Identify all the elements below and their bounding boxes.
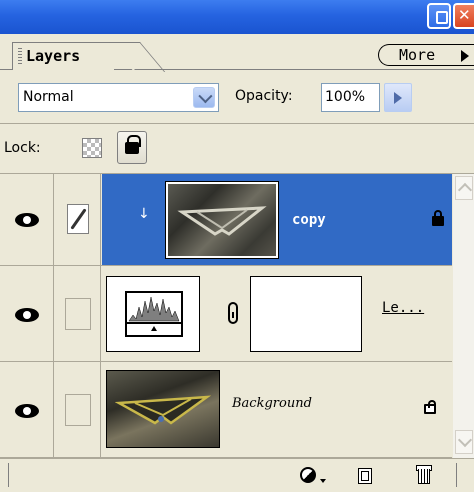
layer-row-levels[interactable]: Le... bbox=[0, 266, 452, 362]
link-brush-cell[interactable] bbox=[55, 362, 101, 457]
chain-link-icon[interactable] bbox=[228, 302, 238, 324]
link-brush-cell[interactable] bbox=[55, 266, 101, 361]
layers-bottom-toolbar bbox=[0, 458, 474, 492]
layers-list: ↓ copy Le... Background bbox=[0, 174, 452, 458]
eye-icon[interactable] bbox=[15, 308, 39, 322]
layer-name[interactable]: Le... bbox=[382, 300, 424, 316]
lock-icon bbox=[432, 210, 444, 226]
chevron-down-icon[interactable] bbox=[193, 87, 215, 108]
more-options-label: More bbox=[399, 46, 436, 64]
layer-name[interactable]: copy bbox=[292, 212, 326, 228]
layer-main-copy[interactable]: ↓ copy bbox=[102, 174, 452, 265]
link-empty-box bbox=[65, 298, 91, 330]
opacity-value: 100% bbox=[325, 89, 366, 105]
layer-row-copy[interactable]: ↓ copy bbox=[0, 174, 452, 266]
histogram-icon bbox=[125, 291, 183, 337]
toolbar-grip bbox=[456, 463, 457, 487]
adjustment-layer-icon[interactable] bbox=[300, 467, 316, 483]
tab-grip-icon[interactable] bbox=[18, 48, 22, 66]
blend-mode-value: Normal bbox=[23, 89, 74, 105]
lock-all-button[interactable] bbox=[117, 131, 147, 164]
opacity-field[interactable]: 100% bbox=[321, 83, 380, 112]
adjustment-layer-icon bbox=[106, 276, 200, 352]
layer-thumbnail bbox=[106, 370, 220, 448]
tab-layers[interactable]: Layers bbox=[12, 42, 114, 70]
tab-bar: Layers More bbox=[0, 34, 474, 70]
toolbar-grip bbox=[8, 463, 9, 487]
divider bbox=[0, 123, 474, 124]
triangle-right-icon bbox=[461, 50, 469, 62]
butterfly-image bbox=[177, 206, 267, 236]
scroll-down-button[interactable] bbox=[455, 430, 473, 454]
lock-transparency-icon[interactable] bbox=[82, 138, 102, 158]
visibility-cell[interactable] bbox=[0, 362, 54, 457]
layer-thumbnail bbox=[166, 182, 278, 258]
layer-mask-thumbnail[interactable] bbox=[250, 276, 362, 352]
visibility-cell[interactable] bbox=[0, 266, 54, 361]
layers-scrollbar[interactable] bbox=[452, 174, 474, 458]
close-palette-button[interactable] bbox=[453, 3, 474, 29]
layer-main-levels[interactable]: Le... bbox=[102, 266, 452, 361]
palette-titlebar[interactable] bbox=[0, 0, 474, 34]
lock-label: Lock: bbox=[4, 140, 41, 156]
more-options-button[interactable]: More bbox=[378, 44, 474, 66]
eye-icon[interactable] bbox=[15, 213, 39, 227]
brush-icon bbox=[67, 204, 89, 234]
opacity-label: Opacity: bbox=[235, 88, 293, 104]
new-layer-icon[interactable] bbox=[358, 468, 372, 484]
layer-main-background[interactable]: Background bbox=[102, 362, 452, 457]
visibility-cell[interactable] bbox=[0, 174, 54, 265]
layer-name[interactable]: Background bbox=[232, 396, 312, 411]
lock-icon bbox=[424, 400, 436, 414]
collapse-palette-button[interactable] bbox=[427, 3, 451, 29]
lock-icon bbox=[125, 135, 141, 154]
butterfly-image bbox=[115, 395, 211, 425]
tab-layers-label: Layers bbox=[26, 47, 81, 65]
layer-row-background[interactable]: Background bbox=[0, 362, 452, 458]
opacity-slider-button[interactable] bbox=[384, 83, 412, 112]
link-empty-box bbox=[65, 394, 91, 426]
clipping-arrow-icon: ↓ bbox=[138, 206, 150, 222]
link-brush-cell[interactable] bbox=[55, 174, 101, 265]
blend-mode-select[interactable]: Normal bbox=[18, 83, 219, 112]
trash-icon[interactable] bbox=[416, 465, 432, 485]
scroll-up-button[interactable] bbox=[455, 176, 473, 200]
dropdown-arrow-icon[interactable] bbox=[320, 479, 326, 483]
eye-icon[interactable] bbox=[15, 404, 39, 418]
